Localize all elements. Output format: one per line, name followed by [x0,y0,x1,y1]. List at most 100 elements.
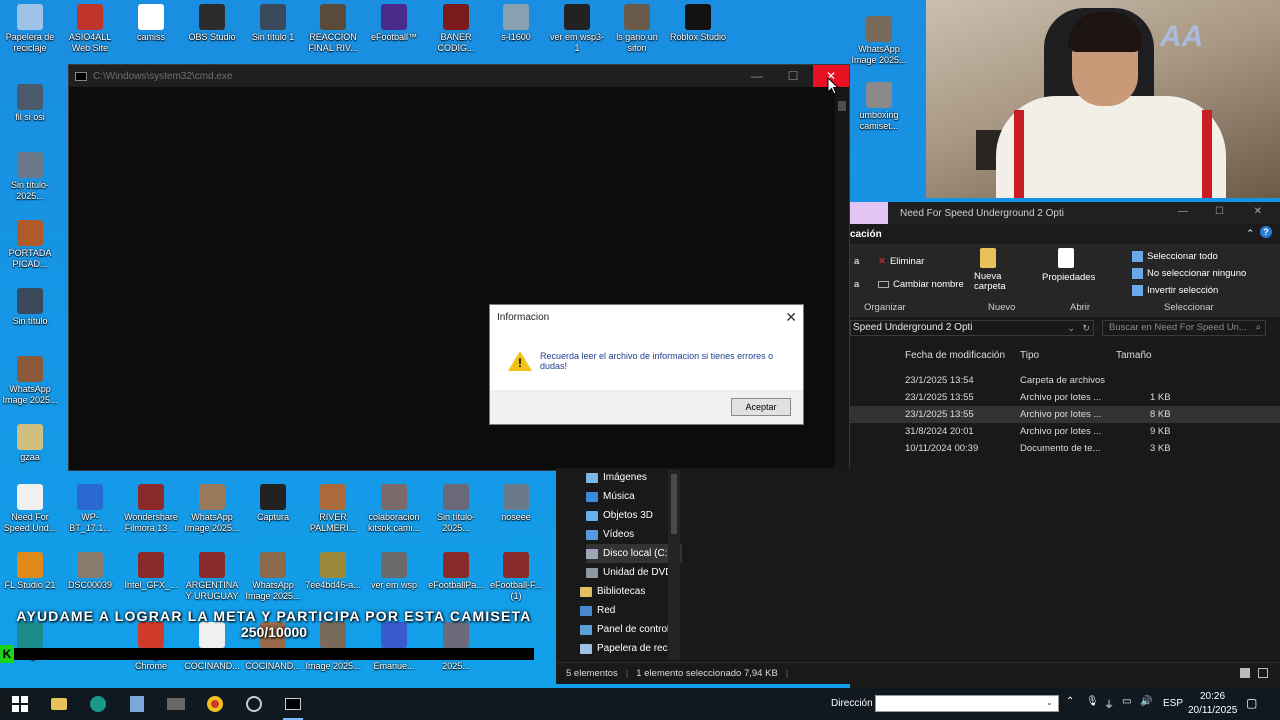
volume-icon[interactable]: 🔊 [1140,696,1152,707]
eliminar-button[interactable]: ✕ Eliminar [878,256,924,267]
nav-item[interactable]: Panel de control [580,620,669,639]
file-row[interactable]: 31/8/2024 20:01 Archivo por lotes ... 9 KB [850,423,1280,440]
desktop-icon[interactable]: eFootball™ [365,4,423,43]
select-all-button[interactable]: Seleccionar todo [1132,251,1218,262]
desktop-icon[interactable]: Captura [244,484,302,523]
desktop-icon[interactable]: fil si osi [1,84,59,123]
col-date[interactable]: Fecha de modificación [905,350,1005,361]
desktop-icon[interactable]: ASIO4ALL Web Site [61,4,119,54]
edge-icon[interactable] [88,694,108,714]
dialog-close-button[interactable]: ✕ [785,309,797,326]
clock-time[interactable]: 20:26 [1200,691,1225,702]
notepad-icon[interactable] [127,694,147,714]
ribbon-left-item-2[interactable]: a [854,279,859,290]
nav-item[interactable]: Unidad de DVD [586,563,672,582]
file-row[interactable]: 10/11/2024 00:39 Documento de te... 3 KB [850,440,1280,457]
cmd-scrollbar[interactable] [835,87,849,470]
nav-scroll-thumb[interactable] [671,474,677,534]
nav-item[interactable]: Red [580,601,615,620]
explorer-titlebar[interactable]: Need For Speed Underground 2 Opti — ☐ ✕ [850,202,1280,224]
cmd-taskbar-icon[interactable] [283,694,303,714]
start-button[interactable] [10,694,30,714]
ribbon-tab-header[interactable]: cación ⌃ ? [850,224,1280,244]
rename-button[interactable]: Cambiar nombre [878,279,964,290]
nav-item[interactable]: Papelera de recic [580,639,675,658]
desktop-icon[interactable]: ver em wsp3-1 [548,4,606,54]
desktop-icon[interactable]: s-l1600 [487,4,545,43]
accept-button[interactable]: Aceptar [731,398,791,416]
language-indicator[interactable]: ESP [1163,698,1183,709]
desktop-icon[interactable]: RIVER PALMERI... [304,484,362,534]
new-folder-button[interactable]: Nueva carpeta [974,272,1010,292]
cmd-scroll-thumb[interactable] [838,101,846,111]
desktop-icon[interactable]: ls gano un sifon [608,4,666,54]
properties-button[interactable]: Propiedades [1042,272,1095,283]
file-explorer-icon[interactable] [49,694,69,714]
explorer-window[interactable]: Need For Speed Underground 2 Opti — ☐ ✕ … [850,202,1280,688]
address-toolbar-input[interactable] [875,695,1059,712]
cmd-maximize-button[interactable]: ☐ [775,65,811,87]
help-icon[interactable]: ? [1260,226,1272,238]
desktop-icon[interactable]: Sin título [1,288,59,327]
tray-expand-icon[interactable]: ⌃ [1066,696,1074,707]
desktop-icon[interactable]: WhatsApp Image 2025... [1,356,59,406]
desktop-icon[interactable]: WP-BT_17.1... [61,484,119,534]
nav-item[interactable]: Bibliotecas [580,582,645,601]
desktop-icon[interactable]: BANER CODIG... [427,4,485,54]
desktop-icon[interactable]: noseee [487,484,545,523]
desktop-icon[interactable]: Need For Speed Und... [1,484,59,534]
desktop-icon[interactable]: camiss [122,4,180,43]
tiles-view-icon[interactable] [1258,668,1268,678]
invert-selection-button[interactable]: Invertir selección [1132,285,1218,296]
desktop-icon[interactable]: REACCION FINAL RIV... [304,4,362,54]
file-row[interactable]: 23/1/2025 13:54 Carpeta de archivos [850,372,1280,389]
chrome-icon[interactable] [205,694,225,714]
explorer-maximize-button[interactable]: ☐ [1215,206,1224,217]
desktop-icon[interactable]: FL Studio 21 [1,552,59,591]
desktop-icon[interactable]: OBS Studio [183,4,241,43]
info-dialog[interactable]: Informacion ✕ ! Recuerda leer el archivo… [489,304,804,425]
desktop-icon[interactable]: WhatsApp Image 2025... [244,552,302,602]
desktop-icon[interactable]: PORTADA PICAD... [1,220,59,270]
file-row[interactable]: 23/1/2025 13:55 Archivo por lotes ... 1 KB [850,389,1280,406]
desktop-icon[interactable]: Roblox Studio [669,4,727,43]
col-size[interactable]: Tamaño [1116,350,1152,361]
microphone-icon[interactable]: 🎙 [1086,696,1099,707]
desktop-icon[interactable]: Wondershare Filmora 13 ... [122,484,180,534]
nav-item[interactable]: Música [586,487,635,506]
refresh-icon[interactable]: ↻ [1082,321,1090,335]
desktop-icon[interactable]: Sin título 1 [244,4,302,43]
usb-icon[interactable]: ⏚ [1104,696,1114,711]
nav-item[interactable]: Imágenes [586,468,647,487]
nav-scrollbar[interactable] [668,470,680,660]
desktop-icon[interactable]: colaboracion kitsok cami... [365,484,423,534]
desktop-icon[interactable]: Sin título-2025... [427,484,485,534]
address-dropdown-icon[interactable]: ⌄ [1067,321,1075,335]
desktop-icon[interactable]: WhatsApp Image 2025... [183,484,241,534]
app-icon[interactable] [166,694,186,714]
nav-item[interactable]: Vídeos [586,525,634,544]
desktop-icon[interactable]: ver em wsp [365,552,423,591]
address-path[interactable]: Speed Underground 2 Opti ⌄ ↻ [850,320,1094,336]
search-input[interactable]: Buscar en Need For Speed Un... ⌕ [1102,320,1266,336]
desktop-icon[interactable]: WhatsApp Image 2025... [850,16,908,66]
explorer-minimize-button[interactable]: — [1178,206,1188,217]
cmd-minimize-button[interactable]: — [739,65,775,87]
desktop-icon[interactable]: Papelera de reciclaje [1,4,59,54]
explorer-close-button[interactable]: ✕ [1254,206,1262,217]
notifications-icon[interactable]: ▢ [1246,696,1257,710]
desktop-icon[interactable]: umboxing camiset... [850,82,908,132]
details-view-icon[interactable] [1240,668,1250,678]
desktop-icon[interactable]: DSC00039 [61,552,119,591]
desktop-icon[interactable]: Intel_GFX_... [122,552,180,591]
desktop-icon[interactable]: gzaa [1,424,59,463]
desktop-icon[interactable]: ARGENTINA Y URUGUAY [183,552,241,602]
desktop-icon[interactable]: eFootballPa... [427,552,485,591]
col-type[interactable]: Tipo [1020,350,1039,361]
network-icon[interactable]: ▭ [1122,696,1131,707]
select-none-button[interactable]: No seleccionar ninguno [1132,268,1246,279]
obs-icon[interactable] [244,694,264,714]
nav-item[interactable]: Objetos 3D [586,506,653,525]
desktop-icon[interactable]: 7ee4bd46-a... [304,552,362,591]
desktop-icon[interactable]: Sin título-2025... [1,152,59,202]
